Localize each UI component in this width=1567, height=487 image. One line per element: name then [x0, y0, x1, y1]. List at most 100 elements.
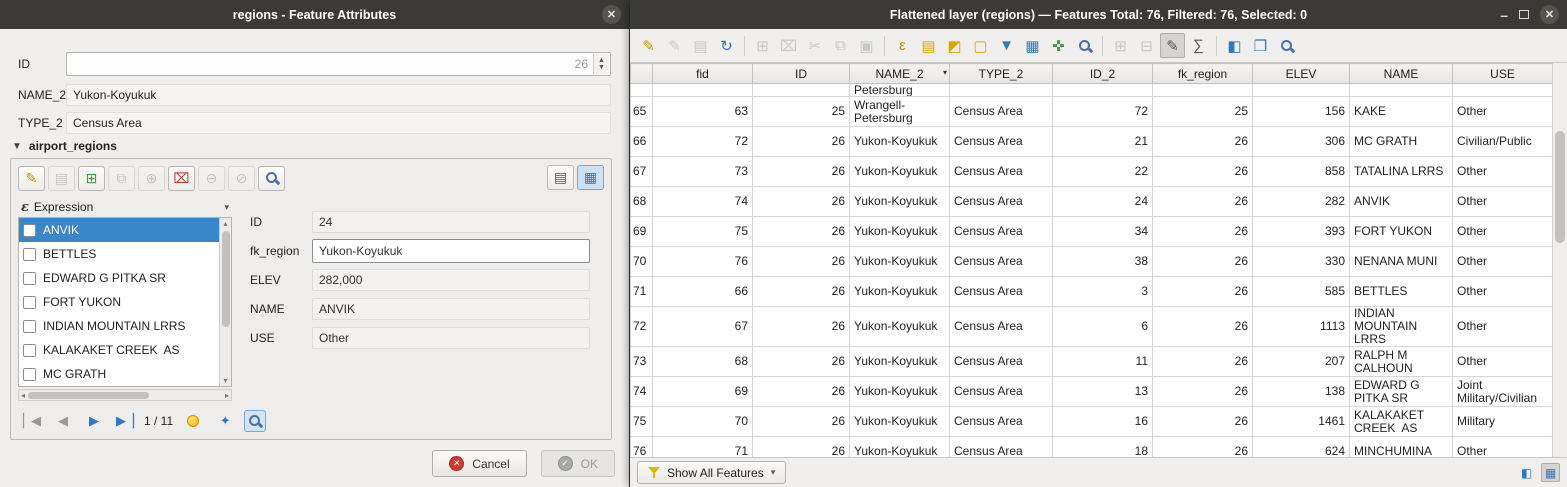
cell-fid[interactable]: 76 — [653, 247, 753, 277]
row-number[interactable]: 72 — [631, 307, 653, 347]
cell-fk_region[interactable]: 26 — [1153, 247, 1253, 277]
cell-name[interactable]: EDWARD G PITKA SR — [1350, 377, 1453, 407]
cell-fk_region[interactable]: 26 — [1153, 347, 1253, 377]
type2-field[interactable]: Census Area — [66, 112, 611, 134]
cell-fk_region[interactable]: 26 — [1153, 407, 1253, 437]
maximize-button[interactable] — [1519, 10, 1529, 19]
column-header-id[interactable]: ID — [753, 64, 850, 84]
cell-use[interactable]: Other — [1453, 347, 1553, 377]
checkbox[interactable] — [23, 368, 36, 381]
cell-name[interactable]: RALPH M CALHOUN — [1350, 347, 1453, 377]
cell-fk_region[interactable]: 26 — [1153, 437, 1253, 458]
row-number[interactable]: 69 — [631, 217, 653, 247]
cell-id[interactable]: 26 — [753, 437, 850, 458]
cell-id[interactable]: 26 — [753, 187, 850, 217]
zoom-to-selection-icon[interactable] — [1072, 33, 1097, 58]
cell-name2[interactable]: Yukon-Koyukuk — [850, 347, 950, 377]
column-header-rownum[interactable] — [631, 64, 653, 84]
cell-use[interactable]: Other — [1453, 97, 1553, 127]
move-selection-to-top-icon[interactable]: ▦ — [1020, 33, 1045, 58]
row-number[interactable]: 75 — [631, 407, 653, 437]
cell-use[interactable]: Other — [1453, 437, 1553, 458]
field-calculator-icon[interactable]: ∑ — [1186, 33, 1211, 58]
cell-id2[interactable] — [1053, 84, 1153, 97]
reload-table-icon[interactable]: ↻ — [714, 33, 739, 58]
minimize-button[interactable]: – — [1500, 10, 1508, 20]
cell-use[interactable]: Other — [1453, 187, 1553, 217]
expression-selector[interactable]: ε Expression ▾ — [18, 197, 232, 217]
dock-attribute-table-icon[interactable]: ❐ — [1248, 33, 1273, 58]
cell-name2[interactable]: Yukon-Koyukuk — [850, 217, 950, 247]
id-spinbox[interactable]: 26 ▲ ▼ — [66, 52, 611, 76]
cell-fid[interactable]: 63 — [653, 97, 753, 127]
checkbox[interactable] — [23, 320, 36, 333]
column-header-id2[interactable]: ID_2 — [1053, 64, 1153, 84]
cell-id[interactable]: 26 — [753, 217, 850, 247]
column-header-use[interactable]: USE — [1453, 64, 1553, 84]
autopan-to-feature-icon[interactable]: ✦ — [213, 410, 235, 432]
name2-field[interactable]: Yukon-Koyukuk — [66, 84, 611, 106]
row-number[interactable]: 74 — [631, 377, 653, 407]
row-number[interactable]: 71 — [631, 277, 653, 307]
cell-fid[interactable] — [653, 84, 753, 97]
list-item[interactable]: EDWARD G PITKA SR — [19, 266, 219, 290]
cell-type2[interactable]: Census Area — [950, 437, 1053, 458]
switch-to-form-view-icon[interactable]: ◧ — [1517, 463, 1536, 482]
cell-elev[interactable]: 282 — [1253, 187, 1350, 217]
cell-id2[interactable]: 18 — [1053, 437, 1153, 458]
spin-down-icon[interactable]: ▼ — [598, 64, 605, 71]
highlight-feature-icon[interactable] — [182, 410, 204, 432]
cell-fid[interactable]: 67 — [653, 307, 753, 347]
filter-mode-button[interactable]: Show All Features ▾ — [637, 461, 786, 484]
cell-name[interactable]: MINCHUMINA — [1350, 437, 1453, 458]
checkbox[interactable] — [23, 296, 36, 309]
scroll-right-icon[interactable]: ▸ — [225, 390, 229, 401]
form-view-icon[interactable]: ▤ — [547, 165, 574, 190]
cell-name[interactable]: KAKE — [1350, 97, 1453, 127]
column-header-fk_region[interactable]: fk_region — [1153, 64, 1253, 84]
cell-name[interactable]: NENANA MUNI — [1350, 247, 1453, 277]
scrollbar-thumb[interactable] — [28, 392, 149, 399]
cell-fk_region[interactable]: 25 — [1153, 97, 1253, 127]
cell-elev[interactable]: 1113 — [1253, 307, 1350, 347]
invert-selection-icon[interactable]: ◩ — [942, 33, 967, 58]
cell-elev[interactable]: 330 — [1253, 247, 1350, 277]
list-item[interactable]: FORT YUKON — [19, 290, 219, 314]
relation-section-header[interactable]: ▼ airport_regions — [12, 139, 117, 153]
cell-name2[interactable]: Yukon-Koyukuk — [850, 407, 950, 437]
list-h-scrollbar[interactable]: ◂ ▸ — [18, 389, 232, 401]
pan-to-selection-icon[interactable]: ✜ — [1046, 33, 1071, 58]
cell-id[interactable] — [753, 84, 850, 97]
cell-name[interactable]: MC GRATH — [1350, 127, 1453, 157]
cell-id[interactable]: 26 — [753, 157, 850, 187]
cell-fid[interactable]: 68 — [653, 347, 753, 377]
select-by-expression-icon[interactable]: ε — [890, 33, 915, 58]
column-header-name2[interactable]: NAME_2▾ — [850, 64, 950, 84]
add-child-feature-icon[interactable]: ⊞ — [78, 166, 105, 191]
cell-use[interactable] — [1453, 84, 1553, 97]
cell-use[interactable]: Other — [1453, 277, 1553, 307]
list-item[interactable]: MC GRATH — [19, 362, 219, 386]
delete-child-feature-icon[interactable]: ⌧ — [168, 166, 195, 191]
column-header-type2[interactable]: TYPE_2 — [950, 64, 1053, 84]
cell-fid[interactable]: 69 — [653, 377, 753, 407]
checkbox[interactable] — [23, 248, 36, 261]
conditional-formatting-icon[interactable]: ◧ — [1222, 33, 1247, 58]
cell-fid[interactable]: 66 — [653, 277, 753, 307]
fk-region-input[interactable] — [312, 239, 590, 263]
cell-fk_region[interactable]: 26 — [1153, 187, 1253, 217]
list-v-scrollbar[interactable]: ▴ ▾ — [219, 218, 231, 386]
toggle-editing-icon[interactable]: ✎ — [636, 33, 661, 58]
close-button[interactable]: ✕ — [1540, 5, 1559, 24]
table-view-icon[interactable]: ▦ — [577, 165, 604, 190]
cell-type2[interactable]: Census Area — [950, 377, 1053, 407]
cell-use[interactable]: Military — [1453, 407, 1553, 437]
cell-fid[interactable]: 71 — [653, 437, 753, 458]
search-features-icon[interactable] — [1274, 33, 1299, 58]
cell-elev[interactable]: 624 — [1253, 437, 1350, 458]
cell-id2[interactable]: 24 — [1053, 187, 1153, 217]
row-number[interactable]: 73 — [631, 347, 653, 377]
cell-elev[interactable]: 207 — [1253, 347, 1350, 377]
cell-name2[interactable]: Yukon-Koyukuk — [850, 437, 950, 458]
spin-up-icon[interactable]: ▲ — [598, 57, 605, 64]
